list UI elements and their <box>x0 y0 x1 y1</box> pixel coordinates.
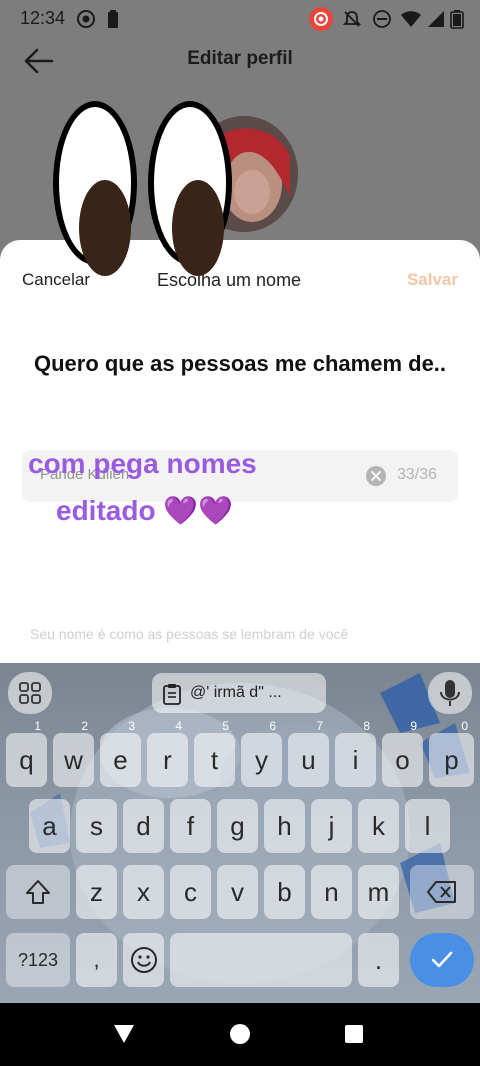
key-k[interactable]: k <box>358 799 399 853</box>
emoji-key[interactable] <box>123 933 164 987</box>
mic-icon[interactable] <box>428 672 472 714</box>
key-z[interactable]: z <box>76 865 117 919</box>
key-c[interactable]: c <box>170 865 211 919</box>
screen-record-icon <box>77 10 95 28</box>
key-t[interactable]: t5 <box>194 719 235 787</box>
key-u[interactable]: u7 <box>288 719 329 787</box>
recents-square-icon[interactable] <box>344 1024 364 1044</box>
key-j[interactable]: j <box>311 799 352 853</box>
key-n[interactable]: n <box>311 865 352 919</box>
emoji-icon <box>130 947 157 973</box>
comma-key[interactable]: , <box>76 933 117 987</box>
shift-key[interactable] <box>6 865 70 919</box>
key-a[interactable]: a <box>29 799 70 853</box>
signal-icon <box>428 11 444 27</box>
key-b[interactable]: b <box>264 865 305 919</box>
key-x[interactable]: x <box>123 865 164 919</box>
do-not-disturb-icon <box>373 10 391 28</box>
shift-icon <box>26 880 50 904</box>
helper-text: Seu nome é como as pessoas se lembram de… <box>30 626 349 642</box>
back-triangle-icon[interactable] <box>112 1023 136 1045</box>
period-key[interactable]: . <box>358 933 399 987</box>
home-circle-icon[interactable] <box>229 1023 251 1045</box>
recording-indicator-icon <box>309 7 333 31</box>
backspace-icon <box>427 881 456 903</box>
clipboard-text: @' irmã d" ... <box>190 684 282 701</box>
check-icon <box>431 951 453 968</box>
key-i[interactable]: i8 <box>335 719 376 787</box>
overlay-caption-line1: com pega nomes <box>28 448 257 479</box>
key-w[interactable]: w2 <box>53 719 94 787</box>
key-s[interactable]: s <box>76 799 117 853</box>
key-d[interactable]: d <box>123 799 164 853</box>
name-prompt: Quero que as pessoas me chamem de.. <box>33 351 447 376</box>
backspace-key[interactable] <box>410 865 474 919</box>
clear-icon[interactable] <box>366 466 386 486</box>
battery-saver-icon <box>108 10 118 28</box>
key-e[interactable]: e3 <box>100 719 141 787</box>
googly-eyes-sticker <box>53 101 232 276</box>
key-h[interactable]: h <box>264 799 305 853</box>
key-p[interactable]: p0 <box>429 719 474 787</box>
wifi-icon <box>401 11 421 27</box>
space-bar[interactable] <box>170 933 352 987</box>
key-o[interactable]: o9 <box>382 719 423 787</box>
overlay-caption-line2: editado 💜💜 <box>56 495 234 526</box>
key-r[interactable]: r4 <box>147 719 188 787</box>
key-q[interactable]: q1 <box>6 719 47 787</box>
key-f[interactable]: f <box>170 799 211 853</box>
symbols-key[interactable]: ?123 <box>6 933 70 987</box>
page-title: Editar perfil <box>187 48 293 69</box>
key-v[interactable]: v <box>217 865 258 919</box>
clipboard-suggestion[interactable]: @' irmã d" ... <box>152 673 326 713</box>
status-time: 12:34 <box>20 8 66 28</box>
navigation-bar <box>0 1003 480 1066</box>
apps-grid-icon[interactable] <box>8 672 52 714</box>
enter-key[interactable] <box>410 933 474 987</box>
keyboard: @' irmã d" ... q1 w2 e3 r4 t5 y6 u7 i8 o… <box>0 663 480 1003</box>
status-bar: 12:34 <box>0 0 480 36</box>
key-y[interactable]: y6 <box>241 719 282 787</box>
key-l[interactable]: l <box>405 799 450 853</box>
key-g[interactable]: g <box>217 799 258 853</box>
clipboard-icon <box>163 684 181 705</box>
key-m[interactable]: m <box>358 865 399 919</box>
char-counter: 33/36 <box>397 466 438 483</box>
save-button[interactable]: Salvar <box>407 270 458 290</box>
notifications-off-icon <box>342 11 362 27</box>
battery-icon <box>450 10 464 29</box>
name-sheet: Cancelar Escolha um nome Salvar Quero qu… <box>0 240 480 663</box>
